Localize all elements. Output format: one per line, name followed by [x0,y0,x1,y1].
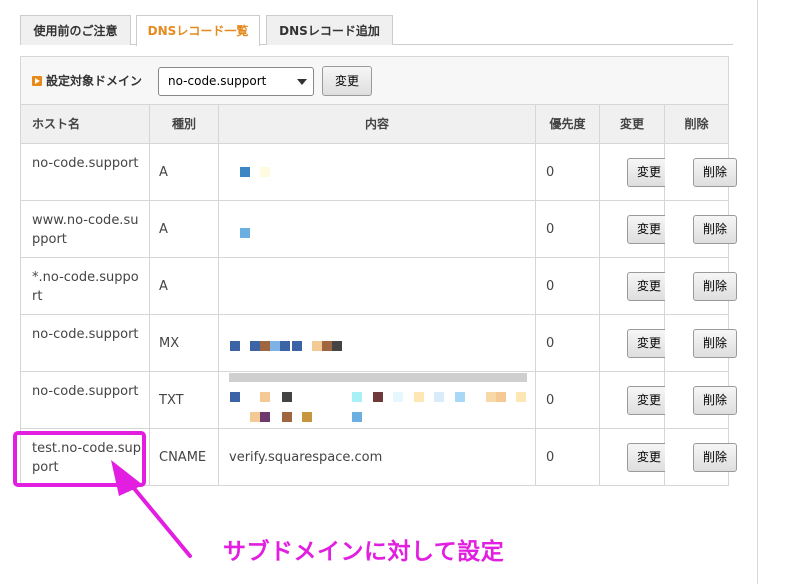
annotation-text: サブドメインに対して設定 [223,539,505,565]
tab-dns-record-list[interactable]: DNSレコード一覧 [136,15,260,46]
annotation-arrow-icon [111,460,192,558]
